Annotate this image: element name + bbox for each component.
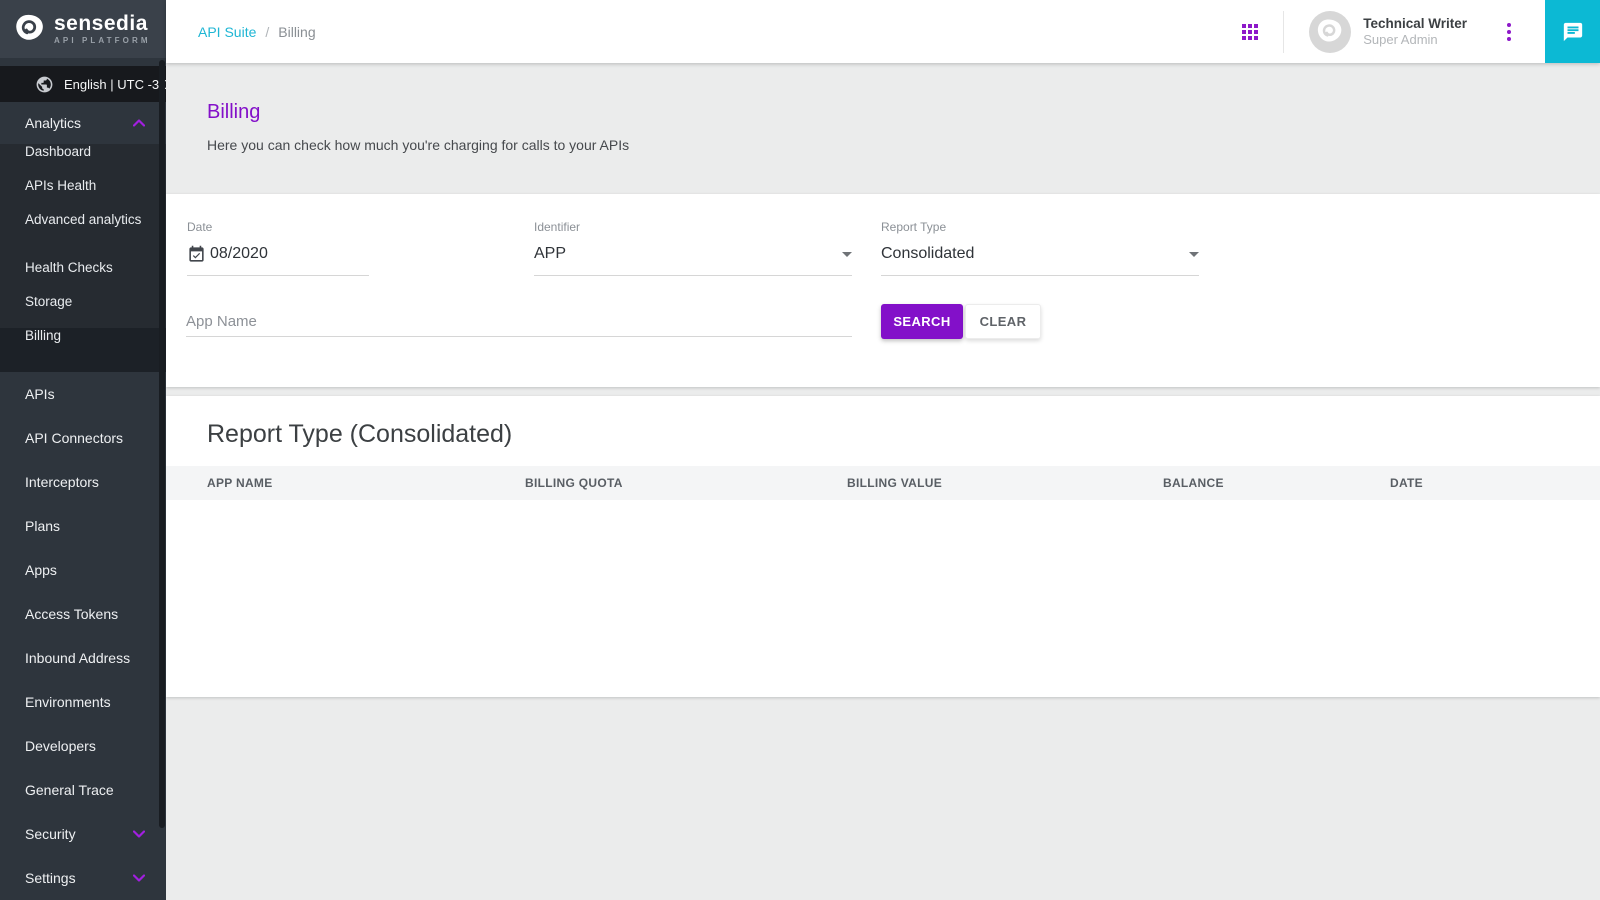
user-name: Technical Writer: [1363, 16, 1467, 32]
topbar: API Suite / Billing: [166, 0, 1600, 63]
sidebar-item-label: Environments: [25, 694, 111, 710]
breadcrumb-current: Billing: [278, 24, 315, 40]
brand-logo[interactable]: sensedia API PLATFORM: [0, 0, 166, 58]
sidebar-item-label: Apps: [25, 562, 57, 578]
sensedia-pick-logo-icon: [13, 12, 47, 46]
identifier-label: Identifier: [534, 220, 852, 234]
sidebar-item-interceptors[interactable]: Interceptors: [0, 460, 166, 504]
report-card: Report Type (Consolidated) APP NAME BILL…: [166, 396, 1600, 697]
apps-grid-icon[interactable]: [1242, 24, 1258, 40]
report-type-select[interactable]: Report Type Consolidated: [881, 220, 1199, 276]
sidebar-item-label: APIs Health: [25, 178, 96, 193]
sidebar-item-label: Security: [25, 826, 76, 842]
brand-tagline: API PLATFORM: [54, 36, 151, 45]
date-value: 08/2020: [210, 245, 268, 263]
sidebar-item-analytics[interactable]: Analytics: [0, 102, 166, 144]
column-header-balance: BALANCE: [1163, 476, 1390, 490]
chevron-down-icon: [133, 874, 145, 882]
page-content: Billing Here you can check how much you'…: [166, 63, 1600, 900]
date-field[interactable]: Date 08/2020: [187, 220, 369, 276]
page-title: Billing: [207, 101, 1600, 124]
identifier-value: APP: [534, 245, 566, 263]
sidebar-item-billing[interactable]: Billing: [0, 328, 166, 372]
column-header-billing-quota: BILLING QUOTA: [525, 476, 847, 490]
sidebar-item-health-checks[interactable]: Health Checks: [0, 260, 166, 294]
calendar-check-icon: [187, 245, 206, 264]
clear-button[interactable]: CLEAR: [965, 304, 1041, 339]
sidebar-item-label: Interceptors: [25, 474, 99, 490]
sidebar-item-label: Plans: [25, 518, 60, 534]
column-header-billing-value: BILLING VALUE: [847, 476, 1163, 490]
user-role: Super Admin: [1363, 32, 1467, 48]
sidebar-item-environments[interactable]: Environments: [0, 680, 166, 724]
sidebar-item-label: Settings: [25, 870, 76, 886]
sidebar-item-apps[interactable]: Apps: [0, 548, 166, 592]
analytics-submenu: Dashboard APIs Health Advanced analytics…: [0, 144, 166, 372]
filters-card: Date 08/2020 Identifier APP: [166, 194, 1600, 387]
topbar-divider: [1283, 11, 1284, 53]
globe-icon: [35, 75, 54, 94]
sidebar-item-label: Advanced analytics: [25, 212, 141, 227]
identifier-select[interactable]: Identifier APP: [534, 220, 852, 276]
sidebar-item-label: Developers: [25, 738, 96, 754]
dropdown-caret-icon: [842, 252, 852, 257]
report-table-empty-body: [166, 500, 1600, 697]
dropdown-caret-icon: [1189, 252, 1199, 257]
sidebar-item-label: API Connectors: [25, 430, 123, 446]
page-header: Billing Here you can check how much you'…: [166, 63, 1600, 153]
chevron-down-icon: [133, 830, 145, 838]
page-subtitle: Here you can check how much you're charg…: [207, 137, 1600, 153]
column-header-app-name: APP NAME: [166, 476, 525, 490]
field-underline: [881, 275, 1199, 276]
chat-button[interactable]: [1545, 0, 1600, 63]
sidebar-scrollbar[interactable]: [159, 60, 165, 828]
sidebar-item-apis[interactable]: APIs: [0, 372, 166, 416]
sidebar-item-advanced-analytics[interactable]: Advanced analytics: [0, 212, 166, 260]
report-table-header: APP NAME BILLING QUOTA BILLING VALUE BAL…: [166, 466, 1600, 500]
sidebar-item-storage[interactable]: Storage: [0, 294, 166, 328]
sidebar-item-label: Inbound Address: [25, 650, 130, 666]
sidebar-item-label: Analytics: [25, 115, 81, 131]
sidebar-item-api-connectors[interactable]: API Connectors: [0, 416, 166, 460]
sidebar-item-dashboard[interactable]: Dashboard: [0, 144, 166, 178]
sidebar-item-settings[interactable]: Settings: [0, 856, 166, 900]
chat-icon: [1562, 21, 1584, 43]
app-name-input[interactable]: [186, 307, 852, 337]
column-header-date: DATE: [1390, 476, 1600, 490]
sidebar-item-label: Dashboard: [25, 144, 91, 159]
breadcrumb-api-suite-link[interactable]: API Suite: [198, 24, 256, 40]
language-selector[interactable]: English | UTC -3:00: [0, 66, 166, 102]
sidebar-item-label: Storage: [25, 294, 72, 309]
sidebar-item-apis-health[interactable]: APIs Health: [0, 178, 166, 212]
sidebar-item-plans[interactable]: Plans: [0, 504, 166, 548]
sidebar-item-security[interactable]: Security: [0, 812, 166, 856]
main-area: API Suite / Billing: [166, 0, 1600, 900]
chevron-up-icon: [133, 119, 145, 127]
sidebar-item-inbound-address[interactable]: Inbound Address: [0, 636, 166, 680]
report-type-label: Report Type: [881, 220, 1199, 234]
sidebar-item-label: Health Checks: [25, 260, 113, 275]
kebab-menu-icon[interactable]: [1507, 23, 1511, 41]
brand-name: sensedia: [54, 13, 151, 35]
field-underline: [534, 275, 852, 276]
sidebar: sensedia API PLATFORM English | UTC -3:0…: [0, 0, 166, 900]
breadcrumb: API Suite / Billing: [198, 24, 316, 40]
sidebar-item-access-tokens[interactable]: Access Tokens: [0, 592, 166, 636]
app-root: sensedia API PLATFORM English | UTC -3:0…: [0, 0, 1600, 900]
sidebar-item-label: Access Tokens: [25, 606, 118, 622]
field-underline: [187, 275, 369, 276]
sidebar-item-label: Billing: [25, 328, 61, 343]
sidebar-item-label: APIs: [25, 386, 55, 402]
sidebar-item-developers[interactable]: Developers: [0, 724, 166, 768]
sidebar-item-general-trace[interactable]: General Trace: [0, 768, 166, 812]
avatar[interactable]: [1309, 11, 1351, 53]
date-label: Date: [187, 220, 369, 234]
report-type-value: Consolidated: [881, 245, 974, 263]
sidebar-item-label: General Trace: [25, 782, 114, 798]
search-button[interactable]: SEARCH: [881, 304, 963, 339]
breadcrumb-separator: /: [265, 24, 269, 40]
report-title: Report Type (Consolidated): [166, 396, 1600, 449]
